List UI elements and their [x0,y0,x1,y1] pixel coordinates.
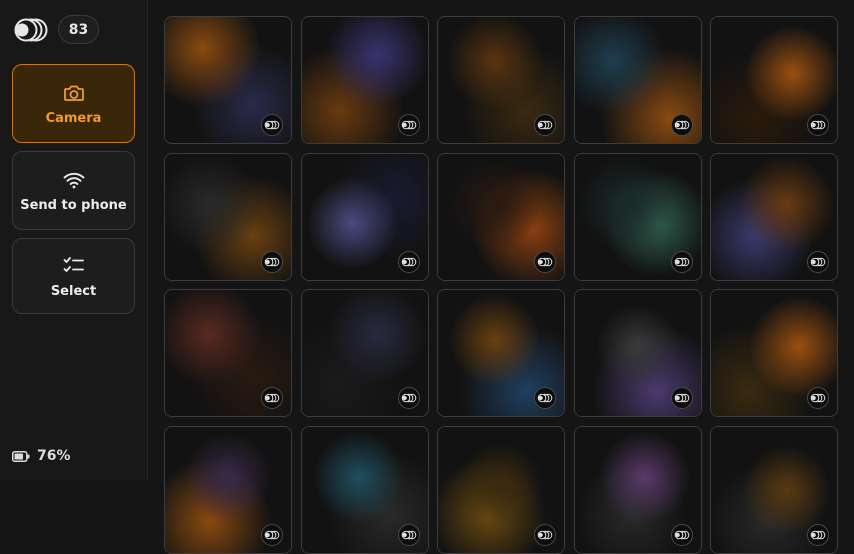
photo-thumbnail[interactable] [710,289,838,417]
camera-icon [63,85,84,101]
photo-thumbnail[interactable] [300,289,429,417]
wifi-icon [63,172,84,189]
camera-source-icon [807,387,829,409]
photo-thumbnail[interactable] [300,425,429,554]
camera-source-icon [807,523,829,546]
camera-button-label: Camera [45,111,102,126]
battery-percent: 76% [37,448,71,464]
photo-thumbnail[interactable] [710,152,838,281]
camera-source-icon [261,523,283,546]
photo-thumbnail[interactable] [710,16,838,144]
photo-thumbnail[interactable] [573,289,702,417]
photo-thumbnail[interactable] [437,16,565,144]
photo-thumbnail[interactable] [164,289,292,417]
photo-count: 83 [68,21,89,38]
photo-thumbnail[interactable] [164,152,292,281]
photo-thumbnail[interactable] [710,425,838,554]
camera-source-icon [670,523,693,546]
photo-count-badge: 83 [58,15,99,44]
camera-source-icon [397,387,420,409]
camera-source-icon [534,387,556,409]
select-button-label: Select [50,283,97,299]
send-to-phone-button[interactable]: Send to phone [12,151,135,230]
photo-thumbnail[interactable] [437,425,565,554]
photo-thumbnail[interactable] [300,16,429,144]
camera-source-icon [534,523,556,546]
camera-source-icon [534,250,556,273]
photo-thumbnail[interactable] [164,425,292,554]
camera-source-icon [261,387,283,409]
photo-thumbnail[interactable] [437,289,565,417]
camera-source-icon [807,114,829,136]
camera-button[interactable]: Camera [12,64,135,143]
battery-icon [12,450,30,462]
camera-source-icon [670,114,693,136]
camera-source-icon [534,114,556,136]
photo-thumbnail[interactable] [300,152,429,281]
photo-thumbnail[interactable] [164,16,292,144]
camera-source-icon [261,114,283,136]
camera-source-icon [397,523,420,546]
camera-source-icon [397,250,420,273]
sidebar: 83 Camera Send to phone Select 76% [0,0,148,480]
camera-source-icon [670,387,693,409]
camera-source-icon [397,114,420,136]
camera-source-icon [807,250,829,273]
select-button[interactable]: Select [12,238,135,314]
photo-thumbnail[interactable] [573,152,702,281]
camera-source-icon [670,250,693,273]
concentric-circles-logo-icon [12,16,50,44]
photo-grid [164,16,838,554]
photo-thumbnail[interactable] [573,16,702,144]
checklist-icon [63,256,84,272]
battery-status: 76% [12,446,71,466]
photo-thumbnail[interactable] [437,152,565,281]
camera-source-icon [261,250,283,273]
photo-thumbnail[interactable] [573,425,702,554]
send-to-phone-label: Send to phone [20,198,127,213]
